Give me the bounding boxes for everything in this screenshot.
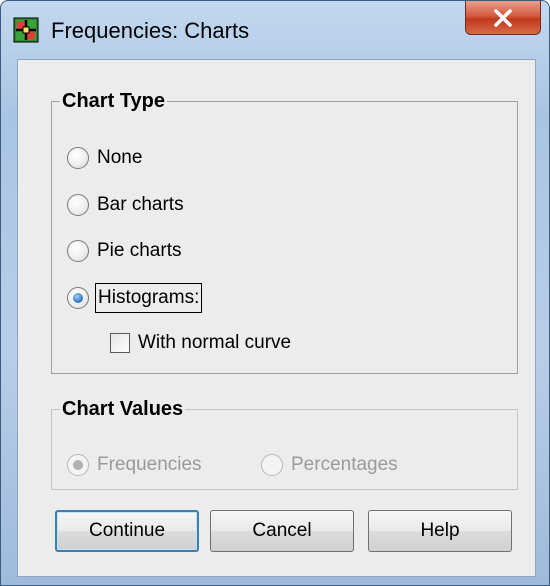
continue-button[interactable]: Continue [55,510,199,552]
window-title: Frequencies: Charts [51,18,250,43]
close-x-icon [494,8,512,27]
checkbox-normal-curve[interactable]: With normal curve [110,328,291,358]
chart-values-group-title: Chart Values [60,397,186,421]
title-bar[interactable]: Frequencies: Charts [1,1,549,59]
radio-histograms[interactable]: Histograms: [67,283,203,313]
chart-type-group-title: Chart Type [60,89,167,113]
checkbox-normal-curve-label[interactable]: With normal curve [138,329,291,357]
radio-selected-dot [73,460,83,470]
checkbox[interactable] [110,333,130,353]
radio-button[interactable] [67,240,89,262]
radio-bar-charts-label[interactable]: Bar charts [97,191,184,219]
help-button[interactable]: Help [368,510,512,552]
close-button[interactable] [465,1,541,35]
dialog-window: Frequencies: Charts Chart Type None Bar … [0,0,550,586]
radio-button-selected[interactable] [67,287,89,309]
radio-button[interactable] [261,454,283,476]
radio-button[interactable] [67,147,89,169]
radio-histograms-label[interactable]: Histograms: [95,283,203,313]
chart-type-group: Chart Type None Bar charts Pie charts Hi… [51,89,518,374]
radio-frequencies[interactable]: Frequencies [67,450,202,480]
radio-button-selected[interactable] [67,454,89,476]
radio-pie-charts[interactable]: Pie charts [67,236,181,266]
radio-selected-dot [73,293,83,303]
radio-bar-charts[interactable]: Bar charts [67,190,184,220]
spss-app-icon [13,17,39,43]
radio-percentages-label[interactable]: Percentages [291,451,398,479]
radio-pie-charts-label[interactable]: Pie charts [97,237,181,265]
radio-button[interactable] [67,194,89,216]
dialog-client-area: Chart Type None Bar charts Pie charts Hi… [17,59,536,577]
cancel-button[interactable]: Cancel [210,510,354,552]
radio-frequencies-label[interactable]: Frequencies [97,451,202,479]
radio-none-label[interactable]: None [97,144,142,172]
radio-percentages[interactable]: Percentages [261,450,398,480]
chart-values-group: Chart Values Frequencies Percentages [51,397,518,490]
radio-none[interactable]: None [67,143,142,173]
